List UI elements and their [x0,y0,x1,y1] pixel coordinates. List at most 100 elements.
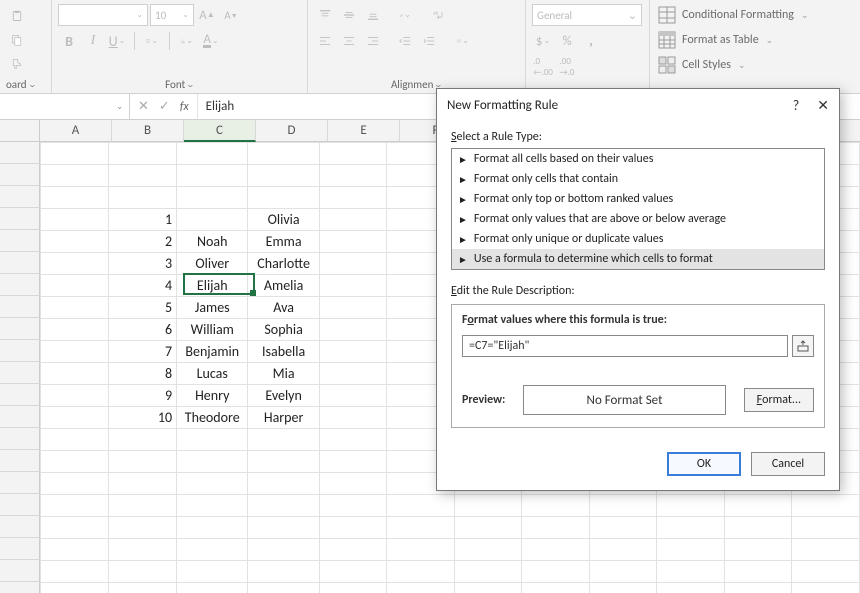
align-bottom-icon[interactable] [362,4,384,26]
increase-decimal-icon[interactable]: .0←.00 [532,56,554,78]
cell[interactable]: Henry [177,385,248,407]
rule-type-item[interactable]: ►Format only cells that contain [452,169,824,189]
cell[interactable] [248,539,319,561]
cell[interactable] [108,561,177,583]
row-header[interactable] [0,428,40,450]
cell[interactable] [177,429,248,451]
cell[interactable] [319,231,387,253]
cell[interactable] [41,143,109,165]
row-header[interactable] [0,582,40,593]
row-header[interactable] [0,494,40,516]
col-header-E[interactable]: E [328,120,400,142]
align-center-icon[interactable] [338,30,360,52]
cell[interactable] [108,473,177,495]
italic-icon[interactable]: I [82,30,104,52]
cell[interactable] [248,187,319,209]
cell[interactable] [319,209,387,231]
cell[interactable] [724,517,792,539]
format-painter-icon[interactable] [6,53,28,75]
row-header[interactable] [0,362,40,384]
cell[interactable] [522,539,590,561]
cell[interactable] [724,583,792,593]
cell[interactable] [319,385,387,407]
cell[interactable] [177,539,248,561]
cell[interactable] [792,561,860,583]
rule-type-item[interactable]: ►Use a formula to determine which cells … [452,249,824,269]
cell[interactable]: Ava [248,297,319,319]
cell[interactable] [319,187,387,209]
cell-styles-button[interactable]: Cell Styles⌄ [658,54,808,76]
cell[interactable] [41,429,109,451]
cell[interactable]: 1 [108,209,177,231]
cell[interactable] [41,407,109,429]
rule-type-list[interactable]: ►Format all cells based on their values►… [451,148,825,270]
cell[interactable] [248,165,319,187]
cell[interactable] [319,429,387,451]
cell[interactable]: Evelyn [248,385,319,407]
col-header-A[interactable]: A [40,120,112,142]
cancel-button[interactable]: Cancel [751,452,825,476]
row-header[interactable] [0,340,40,362]
rule-type-item[interactable]: ►Format only values that are above or be… [452,209,824,229]
cell[interactable]: Elijah [177,275,248,297]
dialog-titlebar[interactable]: New Formatting Rule ? ✕ [437,89,839,122]
cell[interactable] [657,561,725,583]
cell[interactable] [248,429,319,451]
cell[interactable] [41,561,109,583]
cell[interactable] [319,275,387,297]
cell[interactable] [522,583,590,593]
format-as-table-button[interactable]: Format as Table⌄ [658,29,808,51]
cell[interactable] [319,363,387,385]
borders-icon[interactable] [141,30,163,52]
cell[interactable] [248,583,319,593]
collapse-dialog-icon[interactable] [792,335,814,357]
cell[interactable] [177,517,248,539]
cell[interactable] [319,297,387,319]
row-header[interactable] [0,274,40,296]
cell[interactable]: James [177,297,248,319]
cell[interactable] [248,517,319,539]
cell[interactable] [41,495,109,517]
cell[interactable]: Isabella [248,341,319,363]
cell[interactable]: Lucas [177,363,248,385]
col-header-D[interactable]: D [256,120,328,142]
cell[interactable] [792,517,860,539]
row-header[interactable] [0,384,40,406]
cell[interactable]: Mia [248,363,319,385]
row-header[interactable] [0,538,40,560]
cell[interactable] [522,561,590,583]
cell[interactable]: 10 [108,407,177,429]
rule-type-item[interactable]: ►Format all cells based on their values [452,149,824,169]
align-middle-icon[interactable] [338,4,360,26]
percent-format-icon[interactable]: % [556,30,578,52]
increase-indent-icon[interactable] [418,30,440,52]
cell[interactable]: Theodore [177,407,248,429]
cell[interactable] [177,473,248,495]
merge-center-icon[interactable] [452,30,474,52]
cell[interactable] [177,495,248,517]
font-size-combo[interactable]: 10⌄ [150,4,194,26]
cell[interactable] [724,561,792,583]
close-icon[interactable]: ✕ [817,97,829,114]
cell[interactable] [522,517,590,539]
cell[interactable] [41,451,109,473]
cell[interactable] [657,517,725,539]
cell[interactable]: Sophia [248,319,319,341]
cell[interactable]: Oliver [177,253,248,275]
cell[interactable] [589,495,657,517]
cell[interactable] [41,165,109,187]
cell[interactable]: Charlotte [248,253,319,275]
cell[interactable]: Emma [248,231,319,253]
cell[interactable] [108,539,177,561]
row-header[interactable] [0,164,40,186]
cell[interactable]: Harper [248,407,319,429]
cell[interactable] [108,583,177,593]
cell[interactable] [657,539,725,561]
cell[interactable] [724,539,792,561]
cell[interactable] [177,451,248,473]
comma-format-icon[interactable]: , [580,30,602,52]
cell[interactable] [248,473,319,495]
cell[interactable] [454,539,522,561]
cell[interactable] [319,253,387,275]
cell[interactable] [108,187,177,209]
